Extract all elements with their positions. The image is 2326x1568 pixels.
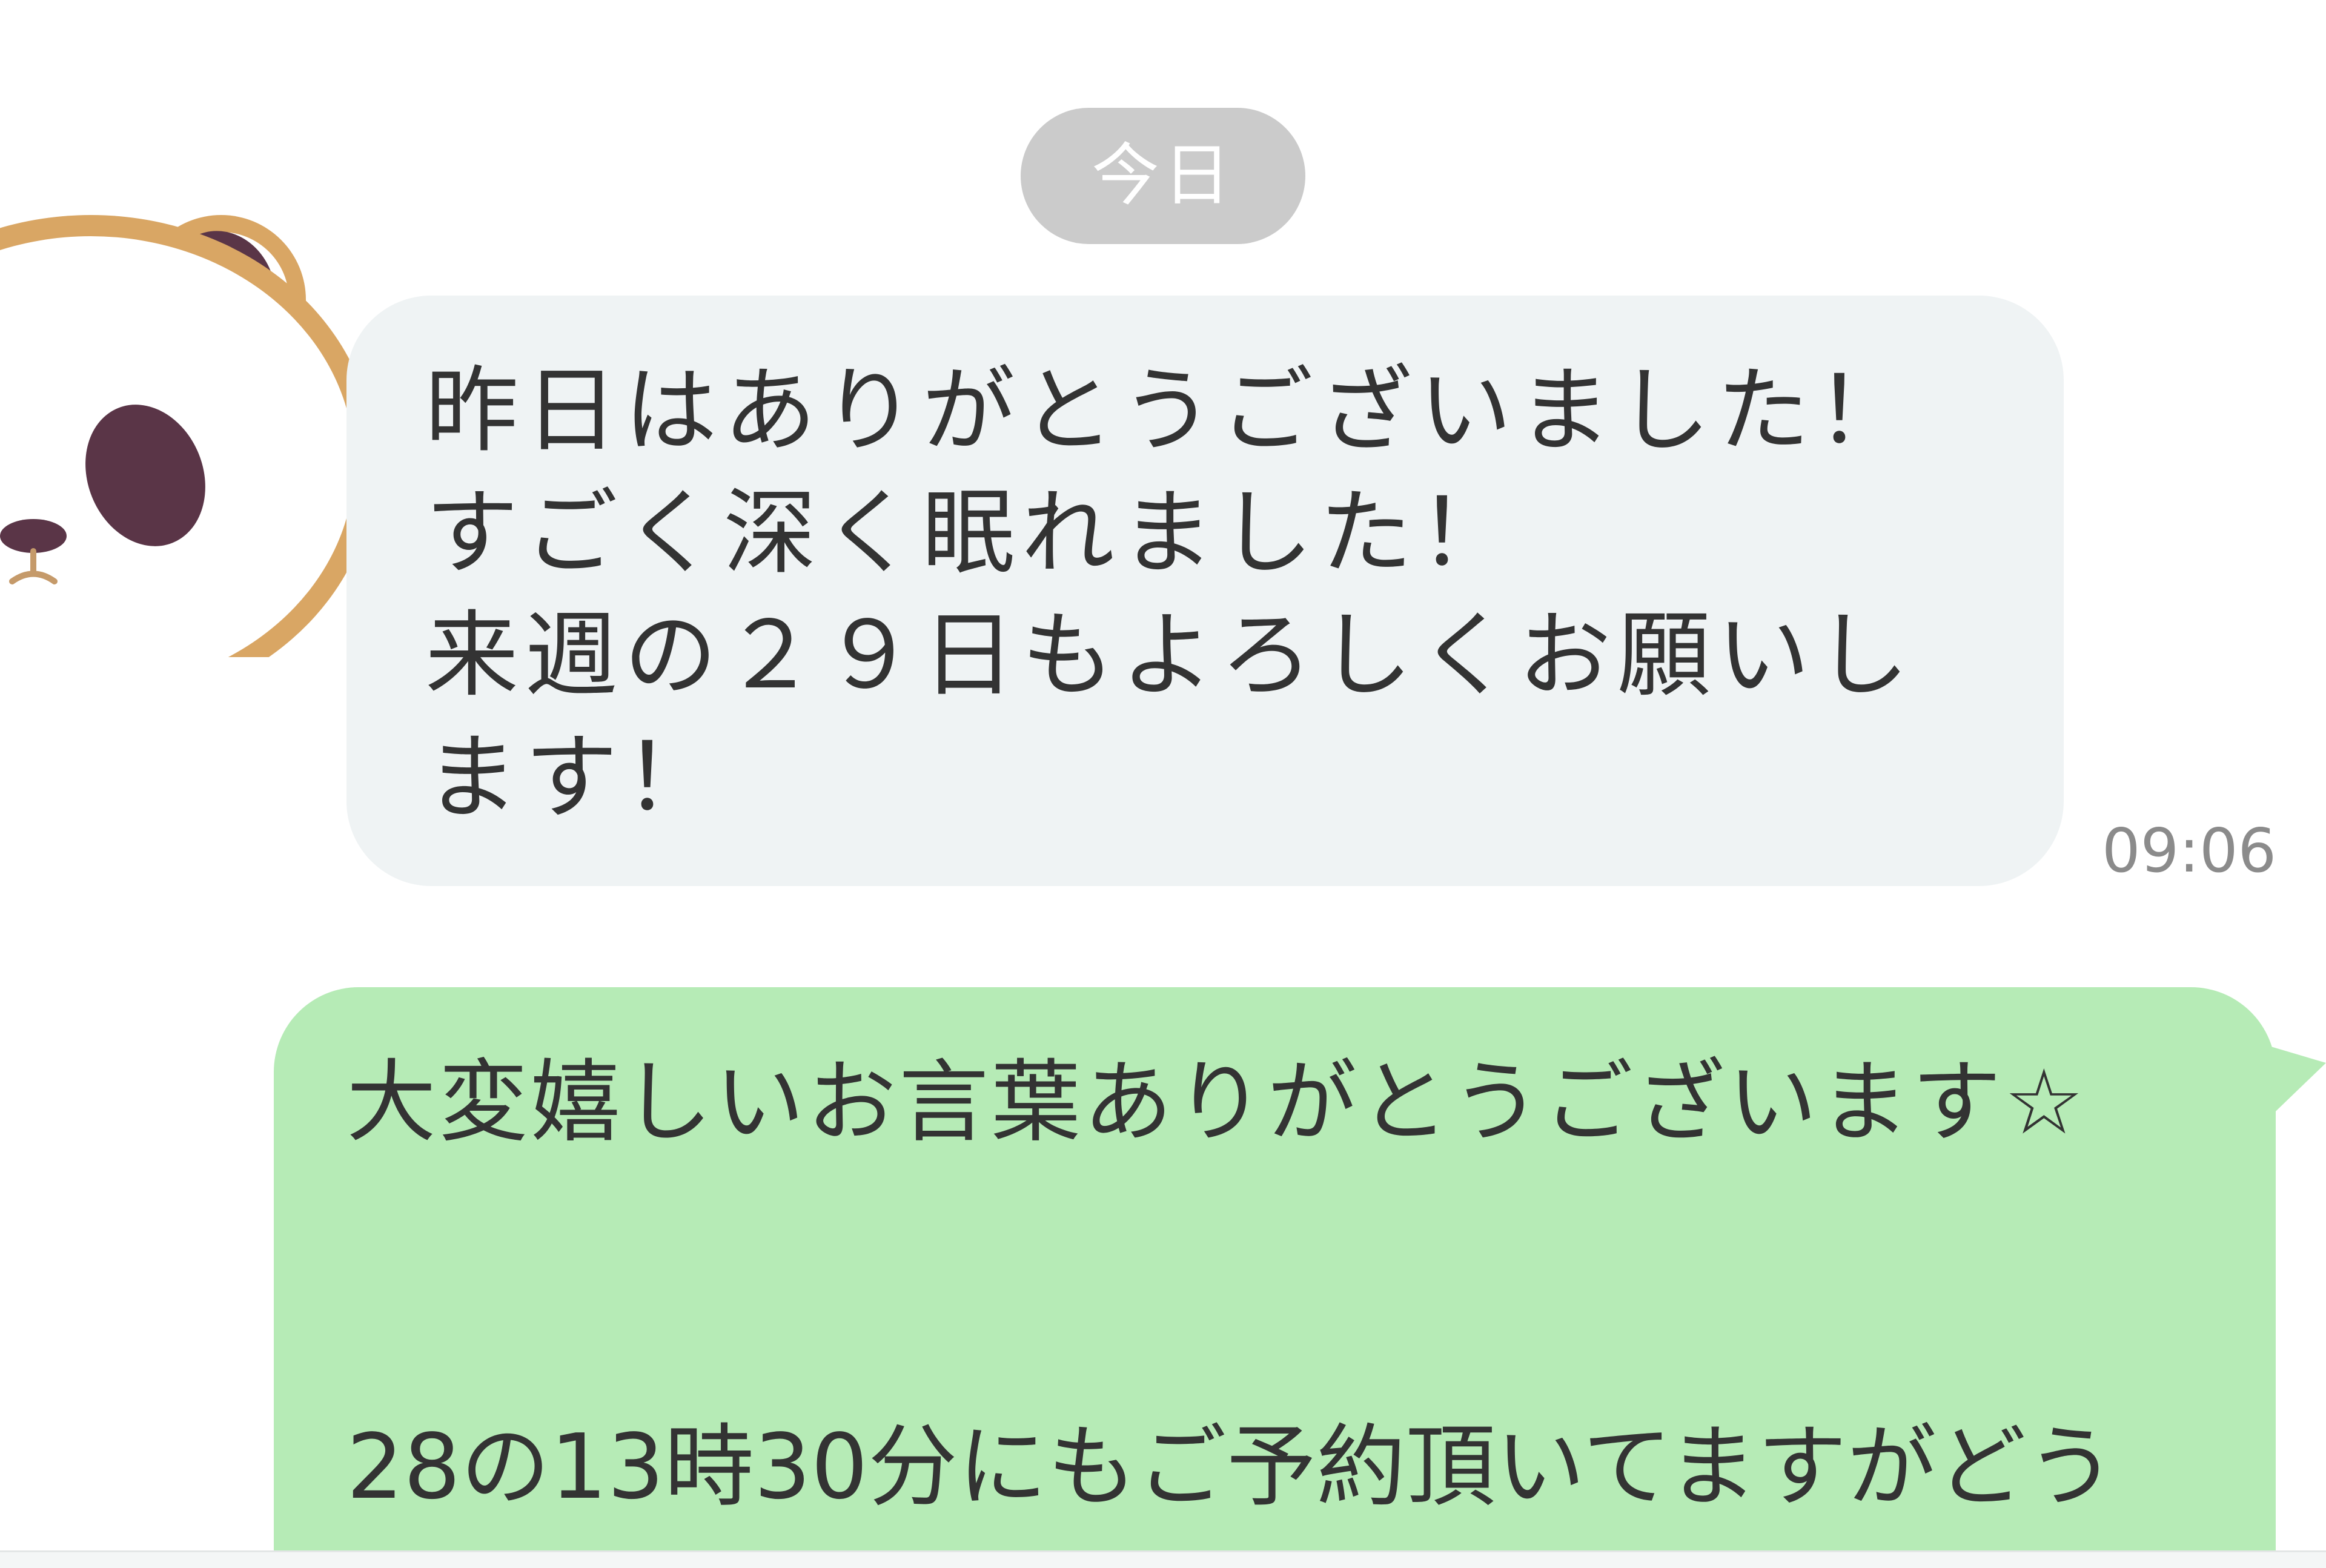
chat-view: 今日 昨日はありがとうございました！すごく深く眠れました！ 来週の２９日もよろし…	[0, 0, 2326, 1568]
message-timestamp: 09:06	[2102, 815, 2277, 886]
outgoing-message-line: 大変嬉しいお言葉ありがとうございます☆	[346, 1050, 2087, 1154]
input-bar-edge	[0, 1550, 2326, 1568]
avatar-nose	[0, 519, 67, 553]
outgoing-message-line: 28の13時30分にもご予約頂いてますがどう	[346, 1415, 2116, 1519]
incoming-message-bubble[interactable]: 昨日はありがとうございました！すごく深く眠れました！ 来週の２９日もよろしくお願…	[346, 296, 2064, 886]
incoming-message-text: 昨日はありがとうございました！すごく深く眠れました！ 来週の２９日もよろしくお願…	[425, 357, 1916, 832]
outgoing-bubble-tail	[2244, 1039, 2326, 1142]
date-divider: 今日	[1021, 108, 1305, 244]
outgoing-message-bubble[interactable]: 大変嬉しいお言葉ありがとうございます☆ 28の13時30分にもご予約頂いてますが…	[274, 987, 2276, 1568]
panda-avatar-icon[interactable]	[0, 88, 388, 657]
